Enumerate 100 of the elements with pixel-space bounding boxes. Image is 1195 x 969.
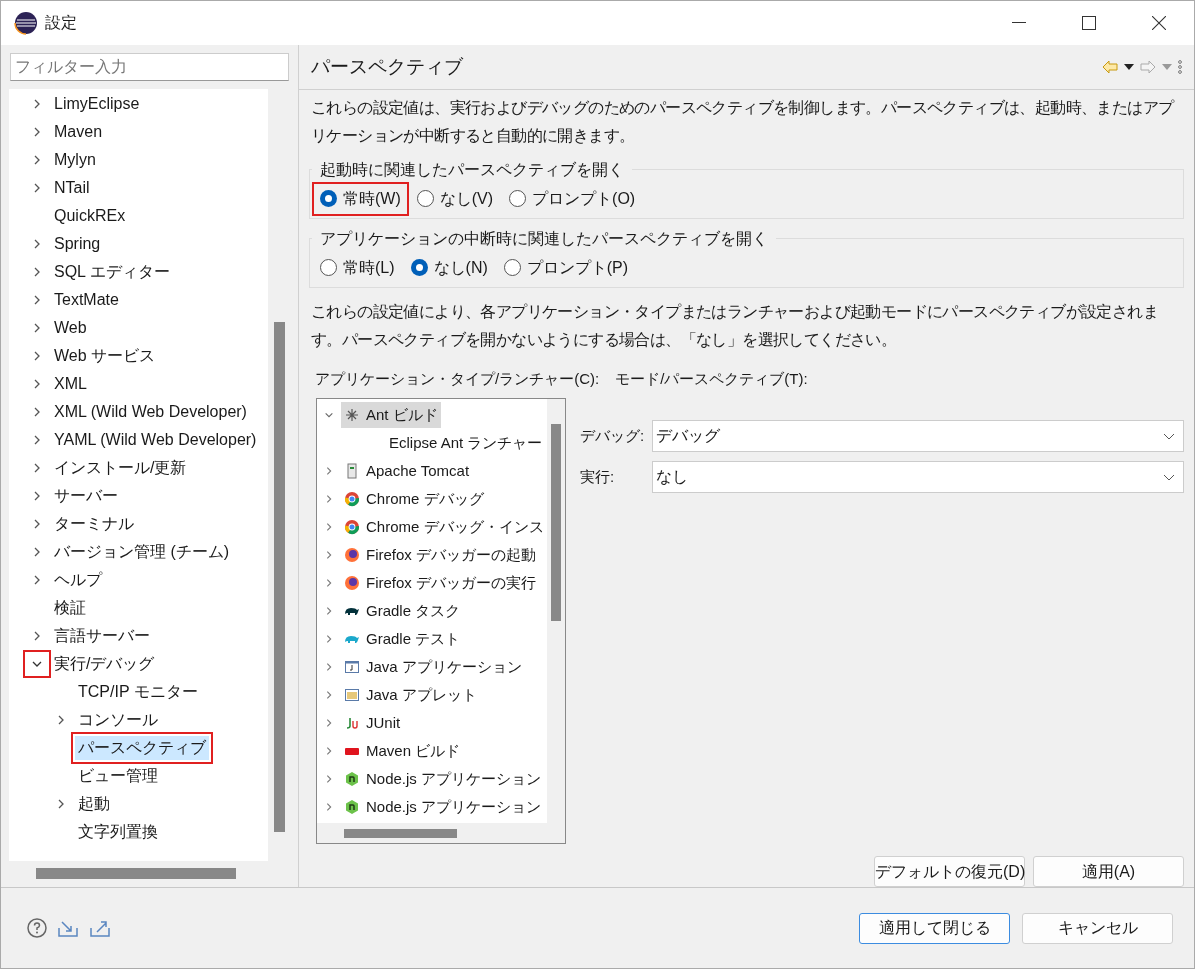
dialog-button[interactable]: 適用して閉じる [859,912,1010,944]
tree-item[interactable]: 起動 [75,792,113,816]
expand-caret-icon[interactable] [324,662,334,672]
radio-button[interactable] [320,259,337,276]
radio-option[interactable]: 常時(W) [312,181,409,216]
hexagon-icon [344,771,360,787]
tree-item[interactable]: TCP/IP モニター [75,680,201,704]
expand-caret-icon[interactable] [324,578,334,588]
scrollbar-thumb[interactable] [344,828,457,838]
radio-option[interactable]: プロンプト(P) [495,250,637,285]
tree-item[interactable]: ヘルプ [51,568,105,592]
launcher-item[interactable]: Eclipse Ant ランチャー [389,431,543,455]
mode-label: 実行: [580,466,616,487]
radio-button[interactable] [320,190,337,207]
launcher-item[interactable]: Firefox デバッガーの実行 [341,570,539,596]
tree-item[interactable]: Spring [51,232,104,256]
scrollbar-thumb[interactable] [36,867,236,879]
expand-caret-icon[interactable] [324,690,334,700]
launcher-item[interactable]: Node.js アプリケーション [341,794,545,820]
expand-caret-icon[interactable] [324,746,334,756]
expand-caret-icon[interactable] [324,466,334,476]
radio-option[interactable]: なし(V) [408,181,502,216]
tree-item[interactable]: 検証 [51,596,89,620]
tree-item[interactable]: Web サービス [51,344,159,368]
tree-item[interactable]: ターミナル [51,512,137,536]
launcher-item[interactable]: Node.js アプリケーション [341,766,545,792]
expand-caret-icon[interactable] [324,606,334,616]
tree-item[interactable]: YAML (Wild Web Developer) [51,428,260,452]
launcher-item[interactable]: Chrome デバッグ・インス [341,514,547,540]
launcher-item[interactable]: Java アプリケーション [341,654,525,680]
tree-item[interactable]: コンソール [75,708,161,732]
app-logo-icon [14,11,38,35]
description-text: これらの設定値は、実行およびデバッグのためのパースペクティブを制御します。パースペクティブは、起動時、またはアプリケーションが中断すると自動的に開きます。 [310,97,1176,146]
tree-item[interactable]: LimyEclipse [51,92,143,116]
tree-item[interactable]: 文字列置換 [75,820,161,844]
tree-item[interactable]: QuickREx [51,204,129,228]
radio-option[interactable]: プロンプト(O) [501,181,644,216]
maximize-icon [1082,16,1096,30]
close-icon [1152,16,1166,30]
import-icon[interactable] [57,918,79,938]
kebab-menu-icon[interactable] [1178,59,1182,74]
launcher-item[interactable]: Maven ビルド [341,738,464,764]
tree-item[interactable]: Maven [51,120,106,144]
window-icon [344,659,360,675]
hexagon-icon [344,799,360,815]
radio-option[interactable]: なし(N) [402,250,496,285]
page-button[interactable]: 適用(A) [1033,856,1184,887]
expand-caret-icon[interactable] [324,802,334,812]
expand-caret-icon[interactable] [324,634,334,644]
launcher-item[interactable]: Apache Tomcat [341,458,473,484]
scrollbar-thumb[interactable] [273,322,285,832]
chevron-down-icon [1163,432,1175,440]
tree-item[interactable]: Mylyn [51,148,99,172]
junit-icon [344,715,360,731]
help-icon[interactable] [27,918,47,938]
tree-item[interactable]: NTail [51,176,93,200]
tree-item[interactable]: サーバー [51,484,121,508]
launcher-item[interactable]: Chrome デバッグ [341,486,487,512]
tree-item[interactable]: インストール/更新 [51,456,190,480]
radio-button[interactable] [410,259,428,276]
ant-icon [344,407,360,423]
tree-item[interactable]: TextMate [51,288,122,312]
minimize-icon [1012,22,1026,24]
page-button[interactable]: デフォルトの復元(D) [874,856,1025,887]
launcher-item[interactable]: Ant ビルド [341,402,441,428]
tree-item[interactable]: XML (Wild Web Developer) [51,400,250,424]
launcher-item[interactable]: JUnit [341,710,404,736]
scrollbar-thumb[interactable] [551,424,561,621]
mode-select[interactable]: なし [652,461,1184,493]
expand-caret-icon[interactable] [324,550,334,560]
dialog-button[interactable]: キャンセル [1022,912,1173,944]
window-icon [344,687,360,703]
export-icon[interactable] [89,918,111,938]
radio-option[interactable]: 常時(L) [312,250,403,285]
window-title: 設定 [45,13,77,33]
browser-icon [344,491,360,507]
server-icon [344,463,360,479]
filter-field[interactable]: フィルター入力 [10,53,289,81]
tree-item[interactable]: バージョン管理 (チーム) [51,540,233,564]
tree-item[interactable]: ビュー管理 [75,764,161,788]
expand-caret-icon[interactable] [324,774,334,784]
tree-item[interactable]: 実行/デバッグ [51,652,158,676]
page-title: パースペクティブ [311,54,463,79]
browser-icon [344,519,360,535]
tree-item[interactable]: Web [51,316,90,340]
tree-item[interactable]: XML [51,372,90,396]
launcher-item[interactable]: Gradle タスク [341,598,464,624]
launcher-item[interactable]: Firefox デバッガーの起動 [341,542,539,568]
expand-caret-icon[interactable] [324,494,334,504]
radio-button[interactable] [503,259,521,276]
expand-caret-icon[interactable] [324,522,334,532]
dropdown-triangle-icon[interactable] [1124,63,1134,70]
radio-button[interactable] [509,190,527,207]
mode-select[interactable]: デバッグ [652,420,1184,452]
tree-item[interactable]: SQL エディター [51,260,173,284]
launcher-item[interactable]: Gradle テスト [341,626,464,652]
radio-button[interactable] [416,190,434,207]
launcher-item[interactable]: Java アプレット [341,682,480,708]
expand-caret-icon[interactable] [324,718,334,728]
tree-item[interactable]: 言語サーバー [51,624,153,648]
